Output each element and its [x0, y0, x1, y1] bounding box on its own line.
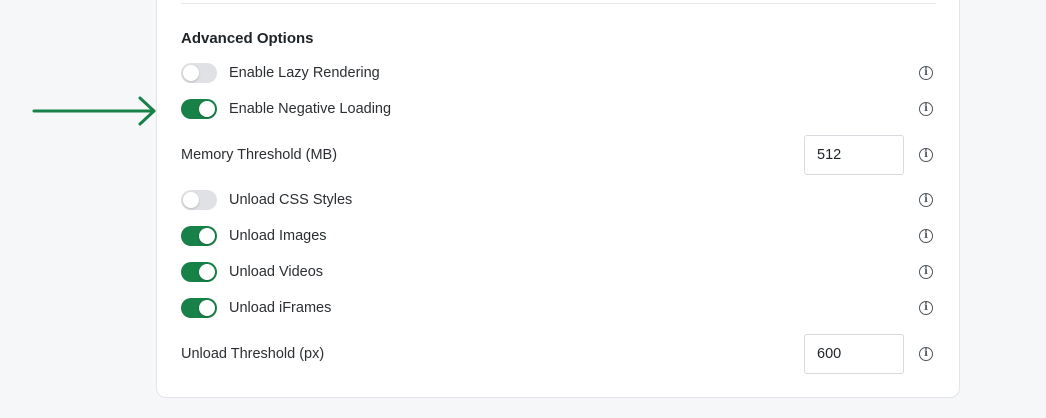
lazy-rendering-label: Enable Lazy Rendering — [229, 65, 380, 81]
unload-css-label: Unload CSS Styles — [229, 192, 353, 208]
info-icon[interactable]: i — [919, 265, 933, 279]
memory-threshold-input[interactable] — [804, 135, 904, 175]
info-icon[interactable]: i — [919, 148, 933, 162]
option-row-unload-iframes: Unload iFrames i — [181, 293, 936, 323]
toggle-knob — [199, 264, 215, 280]
divider — [181, 3, 936, 4]
toggle-knob — [199, 101, 215, 117]
info-icon[interactable]: i — [919, 193, 933, 207]
info-icon[interactable]: i — [919, 102, 933, 116]
arrow-right-icon — [32, 96, 156, 126]
info-icon[interactable]: i — [919, 347, 933, 361]
lazy-rendering-toggle[interactable] — [181, 63, 217, 83]
negative-loading-toggle[interactable] — [181, 99, 217, 119]
info-icon[interactable]: i — [919, 301, 933, 315]
unload-images-toggle[interactable] — [181, 226, 217, 246]
toggle-knob — [183, 65, 199, 81]
option-row-unload-css: Unload CSS Styles i — [181, 185, 936, 215]
toggle-knob — [199, 300, 215, 316]
option-row-unload-videos: Unload Videos i — [181, 257, 936, 287]
option-row-unload-images: Unload Images i — [181, 221, 936, 251]
negative-loading-label: Enable Negative Loading — [229, 101, 392, 117]
toggle-knob — [199, 228, 215, 244]
unload-iframes-toggle[interactable] — [181, 298, 217, 318]
info-icon[interactable]: i — [919, 229, 933, 243]
option-row-unload-threshold: Unload Threshold (px) i — [181, 334, 936, 374]
unload-iframes-label: Unload iFrames — [229, 300, 332, 316]
unload-videos-label: Unload Videos — [229, 264, 324, 280]
unload-css-toggle[interactable] — [181, 190, 217, 210]
unload-threshold-label: Unload Threshold (px) — [181, 346, 325, 362]
option-row-negative-loading: Enable Negative Loading i — [181, 94, 936, 124]
unload-videos-toggle[interactable] — [181, 262, 217, 282]
option-row-memory-threshold: Memory Threshold (MB) i — [181, 135, 936, 175]
unload-threshold-input[interactable] — [804, 334, 904, 374]
info-icon[interactable]: i — [919, 66, 933, 80]
section-title: Advanced Options — [181, 30, 314, 47]
option-row-lazy-rendering: Enable Lazy Rendering i — [181, 58, 936, 88]
memory-threshold-label: Memory Threshold (MB) — [181, 147, 338, 163]
unload-images-label: Unload Images — [229, 228, 327, 244]
toggle-knob — [183, 192, 199, 208]
